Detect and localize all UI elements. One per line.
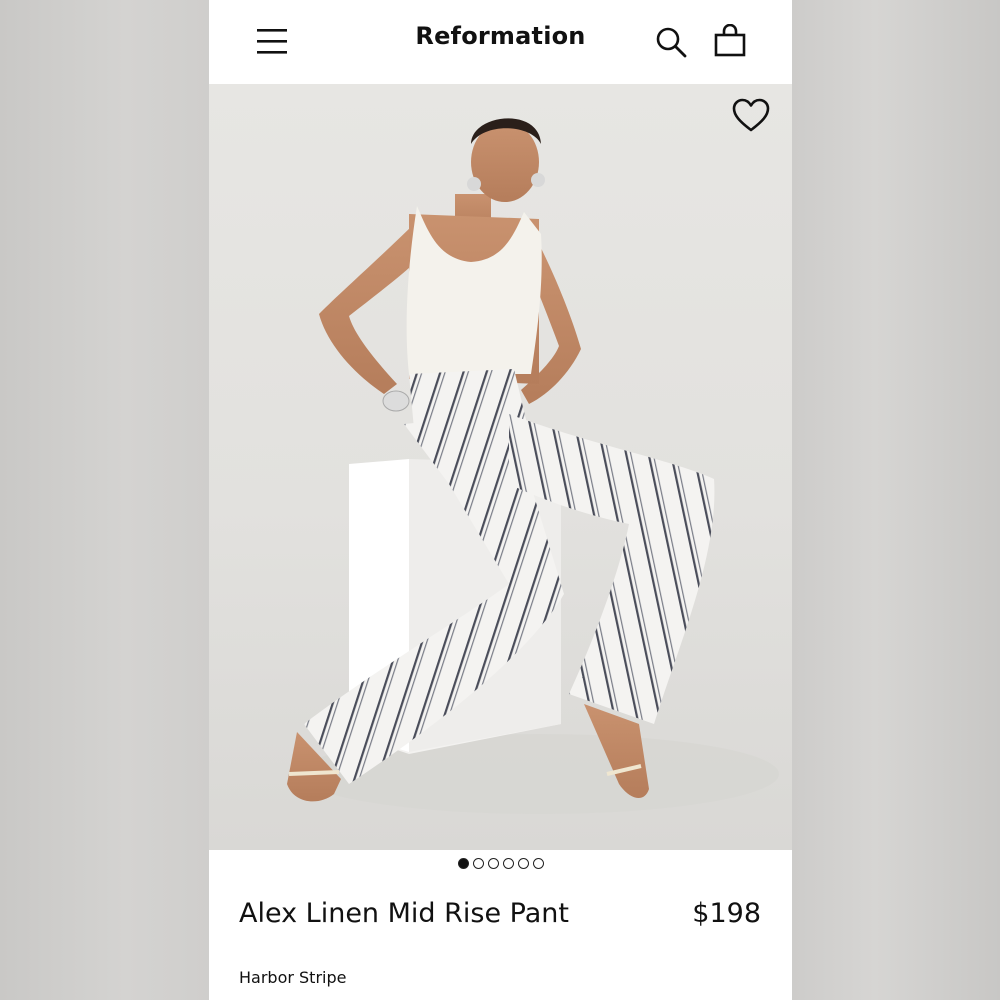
model-photo <box>287 118 779 814</box>
carousel-dot[interactable] <box>532 858 544 869</box>
brand-logo[interactable]: Reformation <box>209 22 792 50</box>
carousel-dot[interactable] <box>517 858 529 869</box>
mobile-screen: Reformation Alex Linen Mid Rise Pant $19… <box>209 0 792 1000</box>
product-image[interactable] <box>209 84 792 850</box>
heart-outline-icon[interactable] <box>731 98 771 134</box>
carousel-dot[interactable] <box>487 858 499 869</box>
shopping-bag-icon[interactable] <box>713 23 747 58</box>
search-icon[interactable] <box>655 26 687 58</box>
backdrop-left <box>0 0 209 1000</box>
product-price: $198 <box>692 898 761 929</box>
product-color-name: Harbor Stripe <box>239 968 347 987</box>
carousel-pagination <box>209 858 792 878</box>
carousel-dot[interactable] <box>457 858 469 869</box>
carousel-dot[interactable] <box>472 858 484 869</box>
carousel-dot[interactable] <box>502 858 514 869</box>
product-title: Alex Linen Mid Rise Pant <box>239 898 569 929</box>
backdrop-right <box>792 0 1000 1000</box>
top-navigation-bar: Reformation <box>209 0 792 84</box>
